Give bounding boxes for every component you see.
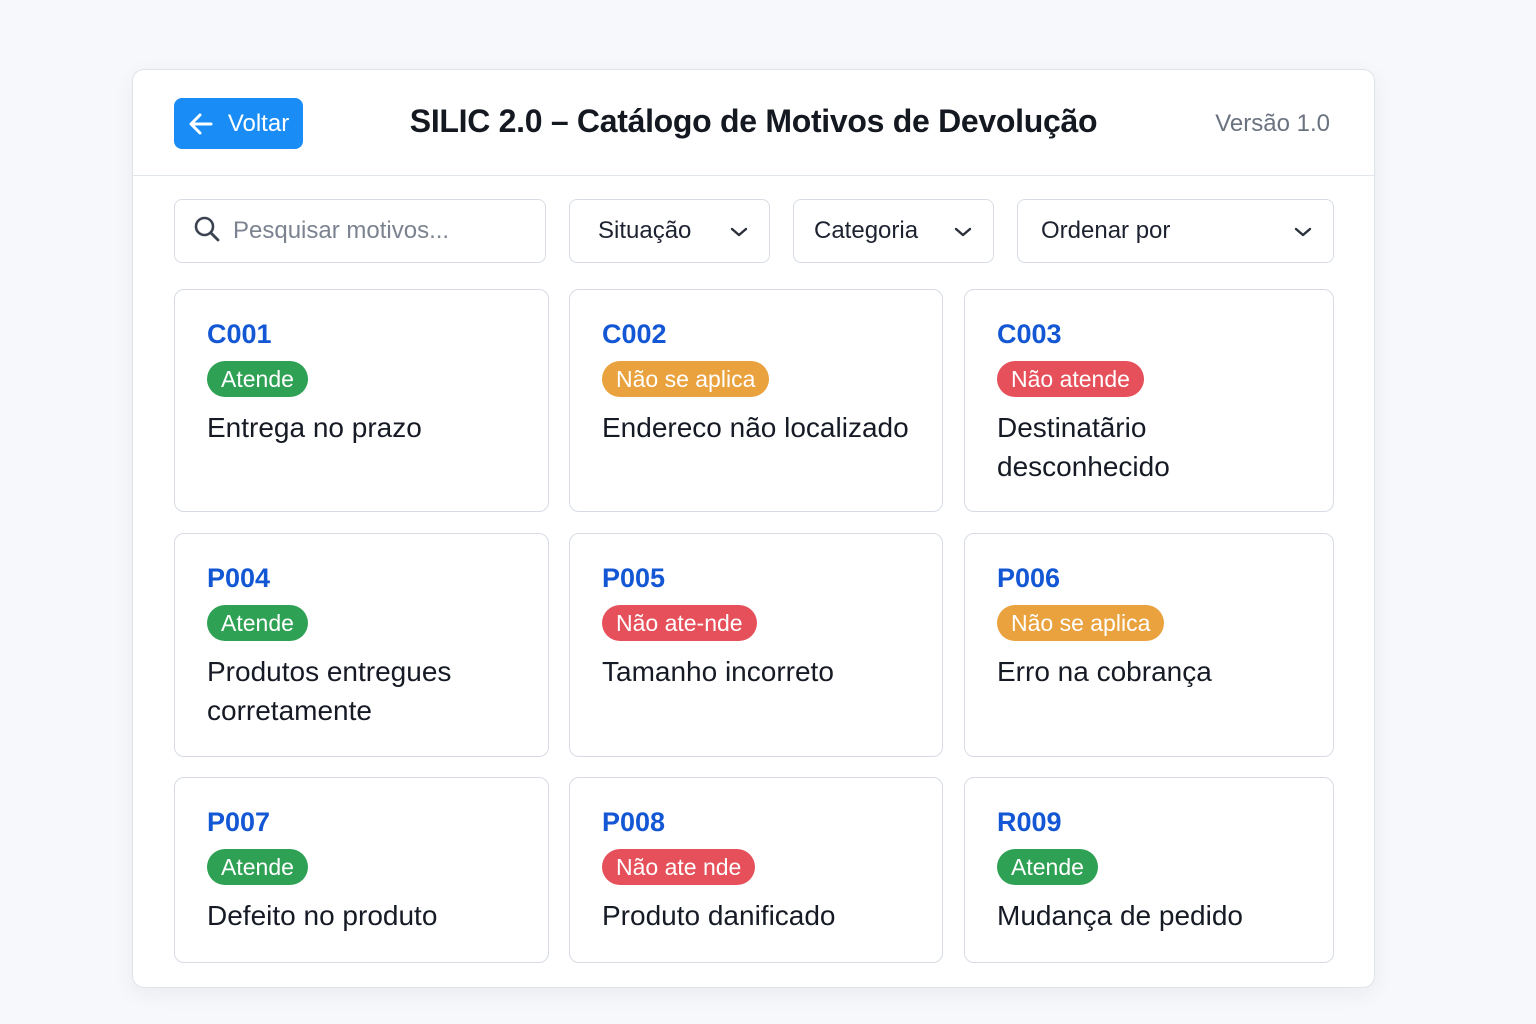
situacao-select[interactable]: Situação	[569, 199, 770, 263]
reason-text: Tamanho incorreto	[602, 656, 834, 687]
header-bar: Voltar SILIC 2.0 – Catálogo de Motivos d…	[133, 70, 1374, 176]
reason-card[interactable]: P004 Atende Produtos entregues corretame…	[174, 533, 549, 757]
ordenar-select-label: Ordenar por	[1041, 217, 1171, 244]
status-badge: Atende	[207, 605, 308, 641]
situacao-select-label: Situação	[598, 217, 692, 244]
version-label: Versão 1.0	[1215, 110, 1330, 137]
search-icon	[193, 215, 221, 248]
page-title: SILIC 2.0 – Catálogo de Motivos de Devol…	[409, 103, 1098, 139]
reason-code: P004	[207, 563, 271, 593]
back-button-label: Voltar	[227, 109, 290, 137]
reason-card[interactable]: R009 Atende Mudança de pedido	[964, 777, 1334, 963]
reason-code: C003	[997, 319, 1062, 349]
reason-code: C001	[207, 319, 272, 349]
reason-code: P007	[207, 807, 271, 837]
chevron-down-icon	[729, 217, 749, 245]
status-badge: Não ate nde	[602, 849, 756, 885]
reason-text: Entrega no prazo	[207, 412, 422, 443]
arrow-left-icon	[188, 112, 214, 136]
search-box	[174, 199, 546, 263]
reason-code: C002	[602, 319, 667, 349]
back-button[interactable]: Voltar	[174, 98, 303, 149]
chevron-down-icon	[953, 217, 973, 245]
reason-code: P005	[602, 563, 666, 593]
reason-code: R009	[997, 807, 1062, 837]
status-badge: Não se aplica	[602, 361, 770, 397]
status-badge: Não ate-nde	[602, 605, 757, 641]
reason-text: Mudança de pedido	[997, 900, 1243, 931]
reason-card[interactable]: C001 Atende Entrega no prazo	[174, 289, 549, 512]
catalog-window: Voltar SILIC 2.0 – Catálogo de Motivos d…	[132, 69, 1375, 988]
status-badge: Atende	[207, 361, 308, 397]
reason-text: Destinatãrio desconhecido	[997, 412, 1170, 482]
status-badge: Atende	[997, 849, 1098, 885]
reason-text: Erro na cobrança	[997, 656, 1212, 687]
reason-text: Produto danificado	[602, 900, 836, 931]
ordenar-select[interactable]: Ordenar por	[1017, 199, 1334, 263]
reason-card[interactable]: P005 Não ate-nde Tamanho incorreto	[569, 533, 943, 757]
reason-card[interactable]: P006 Não se aplica Erro na cobrança	[964, 533, 1334, 757]
search-input[interactable]	[233, 217, 533, 245]
chevron-down-icon	[1293, 217, 1313, 245]
reason-text: Defeito no produto	[207, 900, 438, 931]
reason-code: P008	[602, 807, 666, 837]
categoria-select-label: Categoria	[814, 217, 919, 244]
status-badge: Atende	[207, 849, 308, 885]
reason-card[interactable]: P008 Não ate nde Produto danificado	[569, 777, 943, 963]
reason-code: P006	[997, 563, 1061, 593]
reason-text: Produtos entregues corretamente	[207, 656, 452, 726]
status-badge: Não se aplica	[997, 605, 1165, 641]
reason-card[interactable]: C002 Não se aplica Endereco não localiza…	[569, 289, 943, 512]
reason-card[interactable]: P007 Atende Defeito no produto	[174, 777, 549, 963]
categoria-select[interactable]: Categoria	[793, 199, 994, 263]
reason-text: Endereco não localizado	[602, 412, 909, 443]
status-badge: Não atende	[997, 361, 1144, 397]
reason-card[interactable]: C003 Não atende Destinatãrio desconhecid…	[964, 289, 1334, 512]
